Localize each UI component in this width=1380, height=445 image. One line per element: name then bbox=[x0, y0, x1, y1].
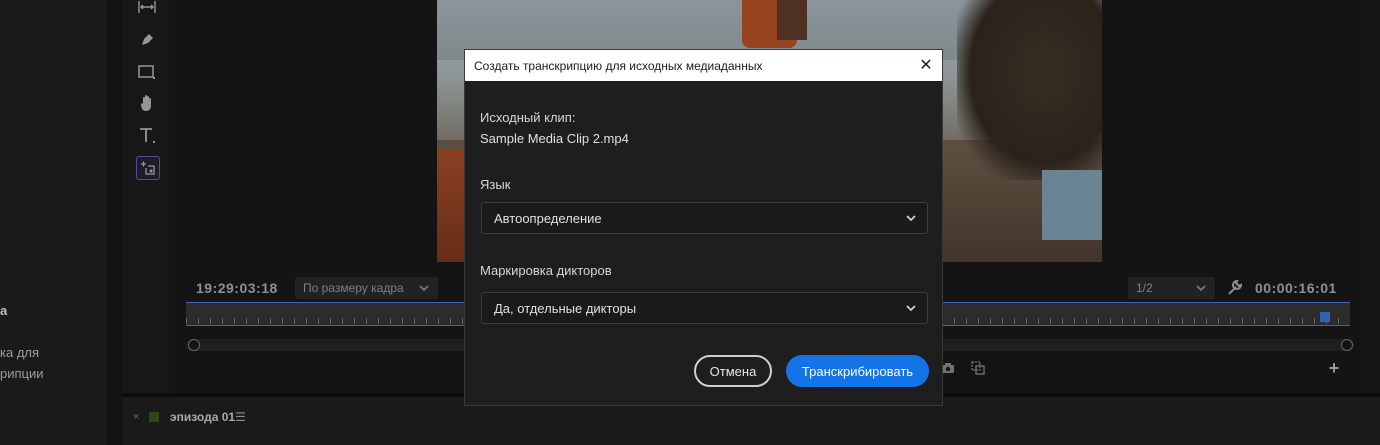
speaker-labeling-select[interactable]: Да, отдельные дикторы bbox=[481, 292, 928, 324]
cancel-button[interactable]: Отмена bbox=[694, 355, 772, 387]
language-select[interactable]: Автоопределение bbox=[481, 202, 928, 234]
speaker-labeling-label: Маркировка дикторов bbox=[480, 263, 612, 278]
close-icon[interactable]: ✕ bbox=[918, 57, 934, 74]
source-clip-value: Sample Media Clip 2.mp4 bbox=[480, 131, 629, 146]
chevron-down-icon bbox=[906, 215, 916, 222]
chevron-down-icon bbox=[906, 305, 916, 312]
dialog-title: Создать транскрипцию для исходных медиад… bbox=[474, 58, 763, 73]
transcribe-button[interactable]: Транскрибировать bbox=[786, 355, 929, 387]
speaker-labeling-value: Да, отдельные дикторы bbox=[494, 300, 637, 316]
dialog-titlebar: Создать транскрипцию для исходных медиад… bbox=[465, 50, 942, 81]
language-label: Язык bbox=[480, 177, 511, 192]
source-clip-label: Исходный клип: bbox=[480, 110, 576, 125]
language-select-value: Автоопределение bbox=[494, 210, 602, 226]
create-transcription-dialog: Создать транскрипцию для исходных медиад… bbox=[464, 49, 943, 406]
